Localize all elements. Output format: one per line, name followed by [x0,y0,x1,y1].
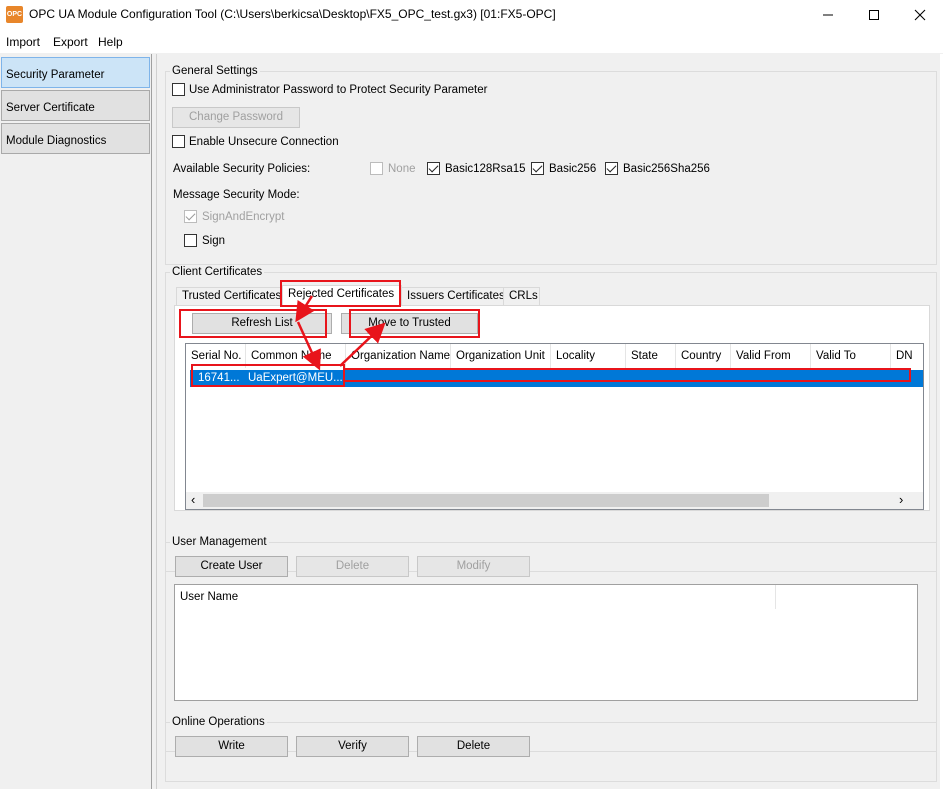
col-common-name[interactable]: Common Name [246,344,346,368]
tab-rejected-certificates[interactable]: Rejected Certificates [282,285,402,306]
col-country[interactable]: Country [676,344,731,368]
nav-security-parameter[interactable]: Security Parameter [1,57,150,88]
nav-label: Security Parameter [6,69,105,81]
horizontal-scrollbar[interactable]: ‹ › [186,492,923,509]
refresh-list-button[interactable]: Refresh List [192,313,332,334]
col-dn[interactable]: DN [891,344,923,368]
enable-unsecure-checkbox[interactable] [172,135,185,148]
col-valid-to[interactable]: Valid To [811,344,891,368]
admin-password-label: Use Administrator Password to Protect Se… [189,84,488,96]
menu-export-label: Export [53,35,88,49]
maximize-button[interactable] [851,0,897,30]
app-icon: OPC [6,6,23,23]
policy-basic256-checkbox[interactable] [531,162,544,175]
window-title: OPC UA Module Configuration Tool (C:\Use… [29,7,556,21]
mode-sign-label: Sign [202,235,226,247]
modify-user-button[interactable]: Modify [417,556,530,577]
nav-server-certificate[interactable]: Server Certificate [1,90,150,121]
delete-user-button[interactable]: Delete [296,556,409,577]
maximize-icon [869,10,879,20]
mode-signandencrypt-checkbox[interactable] [184,210,197,223]
menu-help[interactable]: Help [98,35,123,49]
policy-basic128rsa15-label: Basic128Rsa15 [445,163,526,175]
minimize-icon [823,14,833,16]
move-to-trusted-button[interactable]: Move to Trusted [341,313,478,334]
menu-import[interactable]: Import [6,35,40,49]
admin-password-checkbox[interactable] [172,83,185,96]
scrollbar-thumb[interactable] [203,494,769,507]
tab-trusted-certificates[interactable]: Trusted Certificates [176,287,283,306]
col-valid-from[interactable]: Valid From [731,344,811,368]
menu-bar: Import Export Help [0,30,943,53]
general-settings-group: General Settings Use Administrator Passw… [165,64,937,265]
scroll-left-icon[interactable]: ‹ [191,493,195,507]
col-organization-name[interactable]: Organization Name [346,344,451,368]
menu-export[interactable]: Export [53,35,88,49]
tab-issuers-certificates[interactable]: Issuers Certificates [401,287,505,306]
policy-basic256sha256-label: Basic256Sha256 [623,163,710,175]
tab-crls[interactable]: CRLs [503,287,540,306]
client-certificates-group: Client Certificates Trusted Certificates… [165,265,937,572]
message-mode-label: Message Security Mode: [173,189,300,201]
col-state[interactable]: State [626,344,676,368]
table-row[interactable]: 16741... UaExpert@MEU... [190,370,923,387]
policy-basic128rsa15-checkbox[interactable] [427,162,440,175]
policies-label: Available Security Policies: [173,163,311,175]
user-management-group: User Management Create User Delete Modif… [165,535,937,752]
policy-none-checkbox[interactable] [370,162,383,175]
user-management-title: User Management [170,535,269,549]
col-serial-no[interactable]: Serial No. [186,344,246,368]
online-operations-title: Online Operations [170,715,267,729]
policy-none-label: None [388,163,416,175]
col-organization-unit[interactable]: Organization Unit [451,344,551,368]
main-panel: General Settings Use Administrator Passw… [156,54,943,789]
write-button[interactable]: Write [175,736,288,757]
policy-basic256sha256-checkbox[interactable] [605,162,618,175]
title-bar: OPC OPC UA Module Configuration Tool (C:… [0,0,943,30]
general-settings-title: General Settings [170,64,260,78]
cell-common-name: UaExpert@MEU... [248,372,343,384]
close-icon [914,9,926,21]
menu-help-label: Help [98,35,123,49]
verify-button[interactable]: Verify [296,736,409,757]
scroll-right-icon[interactable]: › [899,493,903,507]
client-certificates-title: Client Certificates [170,265,265,279]
user-list[interactable]: User Name [174,584,918,701]
mode-signandencrypt-label: SignAndEncrypt [202,211,285,223]
nav-label: Server Certificate [6,102,95,114]
nav-module-diagnostics[interactable]: Module Diagnostics [1,123,150,154]
nav-label: Module Diagnostics [6,135,107,147]
left-nav: Security Parameter Server Certificate Mo… [0,54,152,789]
mode-sign-checkbox[interactable] [184,234,197,247]
close-button[interactable] [897,0,943,30]
online-operations-group: Online Operations Write Verify Delete [165,715,937,782]
policy-basic256-label: Basic256 [549,163,597,175]
delete-online-button[interactable]: Delete [417,736,530,757]
rejected-tab-page: Refresh List Move to Trusted Serial No. … [174,305,930,511]
col-user-name[interactable]: User Name [175,585,776,609]
create-user-button[interactable]: Create User [175,556,288,577]
minimize-button[interactable] [805,0,851,30]
cell-serial: 16741... [198,372,240,384]
enable-unsecure-label: Enable Unsecure Connection [189,136,339,148]
col-locality[interactable]: Locality [551,344,626,368]
change-password-button[interactable]: Change Password [172,107,300,128]
menu-import-label: Import [6,35,41,49]
rejected-certificates-list[interactable]: Serial No. Common Name Organization Name… [185,343,924,510]
